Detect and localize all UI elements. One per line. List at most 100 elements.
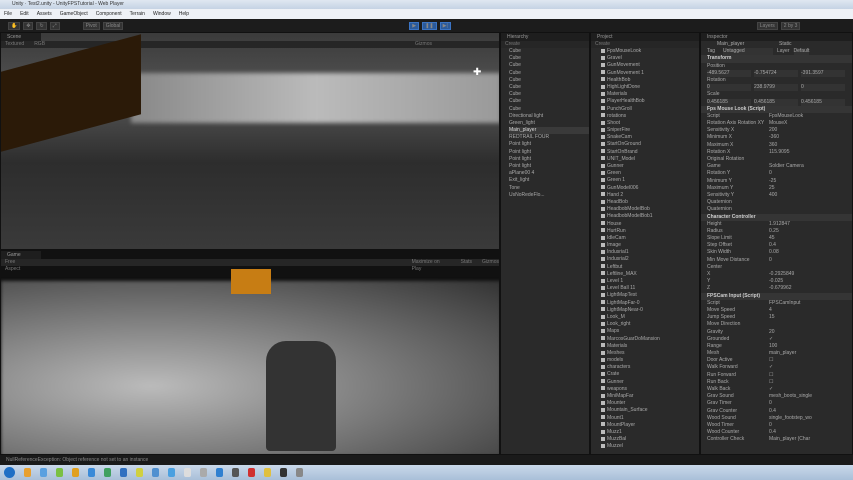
project-item[interactable]: Level 1 xyxy=(601,278,699,285)
hierarchy-item[interactable]: Cube xyxy=(509,77,589,84)
hierarchy-create-button[interactable]: Create xyxy=(505,41,520,48)
taskbar-app-icon[interactable] xyxy=(24,468,31,477)
project-item[interactable]: GunModel006 xyxy=(601,185,699,192)
project-item[interactable]: Indusrial1 xyxy=(601,249,699,256)
taskbar-app-icon[interactable] xyxy=(200,468,207,477)
project-item[interactable]: GunMovement 1 xyxy=(601,70,699,77)
project-item[interactable]: Look_M xyxy=(601,314,699,321)
hierarchy-item[interactable]: Point light xyxy=(509,156,589,163)
project-item[interactable]: Meshes xyxy=(601,350,699,357)
rotation-z-field[interactable]: 0 xyxy=(801,84,845,92)
project-item[interactable]: weapons xyxy=(601,386,699,393)
property-value[interactable]: FPSCamInput xyxy=(769,300,800,307)
render-mode-dropdown[interactable]: RGB xyxy=(34,41,45,48)
hierarchy-item[interactable]: Point light xyxy=(509,149,589,156)
play-button[interactable]: ▶ xyxy=(409,21,420,30)
project-item[interactable]: LightMapTest xyxy=(601,292,699,299)
property-value[interactable]: 400 xyxy=(769,192,777,199)
project-item[interactable]: models xyxy=(601,357,699,364)
taskbar-app-icon[interactable] xyxy=(264,468,271,477)
project-item[interactable]: PunchGroll xyxy=(601,106,699,113)
project-tab[interactable]: Project xyxy=(591,33,699,41)
project-item[interactable]: Gravel xyxy=(601,55,699,62)
project-item[interactable]: Gunner xyxy=(601,379,699,386)
taskbar-app-icon[interactable] xyxy=(232,468,239,477)
property-value[interactable]: 100 xyxy=(769,343,777,350)
property-value[interactable]: 0.08 xyxy=(769,249,779,256)
taskbar-app-icon[interactable] xyxy=(56,468,63,477)
menu-file[interactable]: File xyxy=(4,9,12,19)
property-value[interactable]: Soldier Camera xyxy=(769,163,804,170)
global-button[interactable]: Global xyxy=(102,21,124,30)
maximize-on-play-toggle[interactable]: Maximize on Play xyxy=(412,259,451,272)
project-item[interactable]: GunMovement xyxy=(601,62,699,69)
project-item[interactable]: rotations xyxy=(601,113,699,120)
project-item[interactable]: UNIT_Model xyxy=(601,156,699,163)
hierarchy-item[interactable]: Green_light xyxy=(509,120,589,127)
property-value[interactable]: 0 xyxy=(769,422,772,429)
project-item[interactable]: Level Ball 11 xyxy=(601,285,699,292)
project-item[interactable]: FpsMouseLook xyxy=(601,48,699,55)
hierarchy-item[interactable]: Main_player xyxy=(509,127,589,135)
property-value[interactable]: ☐ xyxy=(769,379,773,386)
property-value[interactable]: 0.4 xyxy=(769,429,776,436)
project-item[interactable]: Crate xyxy=(601,371,699,378)
project-item[interactable]: Mounter xyxy=(601,400,699,407)
project-item[interactable]: MiniMapFar xyxy=(601,393,699,400)
layer-dropdown[interactable]: Default xyxy=(793,48,810,56)
property-value[interactable]: 45 xyxy=(769,235,775,242)
hierarchy-item[interactable]: Cube xyxy=(509,91,589,98)
hand-tool-button[interactable]: ✋ xyxy=(8,21,21,30)
scale-z-field[interactable]: 0.456185 xyxy=(801,98,845,106)
game-gizmos-toggle[interactable]: Gizmos xyxy=(482,259,499,266)
project-item[interactable]: LightMapFar-0 xyxy=(601,300,699,307)
project-item[interactable]: Materials xyxy=(601,91,699,98)
stats-toggle[interactable]: Stats xyxy=(461,259,472,266)
project-item[interactable]: Green 1 xyxy=(601,177,699,184)
project-item[interactable]: Muzzel xyxy=(601,443,699,450)
scale-tool-button[interactable]: ⤢ xyxy=(49,21,60,30)
taskbar-app-icon[interactable] xyxy=(88,468,95,477)
taskbar-app-icon[interactable] xyxy=(280,468,287,477)
status-bar[interactable]: NullReferenceException: Object reference… xyxy=(0,455,853,465)
property-value[interactable]: ✓ xyxy=(769,364,773,371)
hierarchy-item[interactable]: Cube xyxy=(509,106,589,113)
menu-window[interactable]: Window xyxy=(153,9,171,19)
project-item[interactable]: HealthBob xyxy=(601,77,699,84)
hierarchy-tab[interactable]: Hierarchy xyxy=(501,33,589,41)
project-item[interactable]: Hand 2 xyxy=(601,192,699,199)
property-value[interactable]: 0 xyxy=(769,257,772,264)
menu-assets[interactable]: Assets xyxy=(37,9,52,19)
property-value[interactable]: ✓ xyxy=(769,336,773,343)
move-tool-button[interactable]: ✥ xyxy=(23,21,34,30)
property-value[interactable]: 0 xyxy=(769,170,772,177)
gizmos-dropdown[interactable]: Gizmos xyxy=(415,41,432,48)
object-name-field[interactable]: Main_player xyxy=(717,41,779,48)
property-value[interactable]: -360 xyxy=(769,134,779,141)
taskbar-app-icon[interactable] xyxy=(152,468,159,477)
project-create-button[interactable]: Create xyxy=(595,41,610,48)
property-value[interactable]: 360 xyxy=(769,142,777,149)
project-item[interactable]: Leftbut xyxy=(601,264,699,271)
game-view[interactable]: Game Free Aspect Maximize on Play Stats Giz… xyxy=(0,250,500,455)
static-checkbox[interactable]: Static xyxy=(779,41,792,48)
project-item[interactable]: HeadbobModelBob xyxy=(601,206,699,213)
inspector-tab[interactable]: Inspector xyxy=(701,33,852,41)
step-button[interactable]: ▶| xyxy=(439,21,451,30)
scale-x-field[interactable]: 0.456185 xyxy=(707,98,751,106)
taskbar-app-icon[interactable] xyxy=(168,468,175,477)
project-item[interactable]: Green xyxy=(601,170,699,177)
property-value[interactable]: MouseX xyxy=(769,120,787,127)
project-item[interactable]: Shoot xyxy=(601,120,699,127)
project-item[interactable]: StartOnGround xyxy=(601,141,699,148)
layers-dropdown[interactable]: Layers xyxy=(756,21,778,30)
project-item[interactable]: Leftline_MAX xyxy=(601,271,699,278)
hierarchy-item[interactable]: Point light xyxy=(509,163,589,170)
project-item[interactable]: MuzzBal xyxy=(601,436,699,443)
project-item[interactable]: Image xyxy=(601,242,699,249)
menu-edit[interactable]: Edit xyxy=(20,9,29,19)
taskbar-app-icon[interactable] xyxy=(216,468,223,477)
rotation-x-field[interactable]: 0 xyxy=(707,84,751,92)
hierarchy-item[interactable]: Cube xyxy=(509,62,589,69)
project-item[interactable]: LightMapNear-0 xyxy=(601,307,699,314)
